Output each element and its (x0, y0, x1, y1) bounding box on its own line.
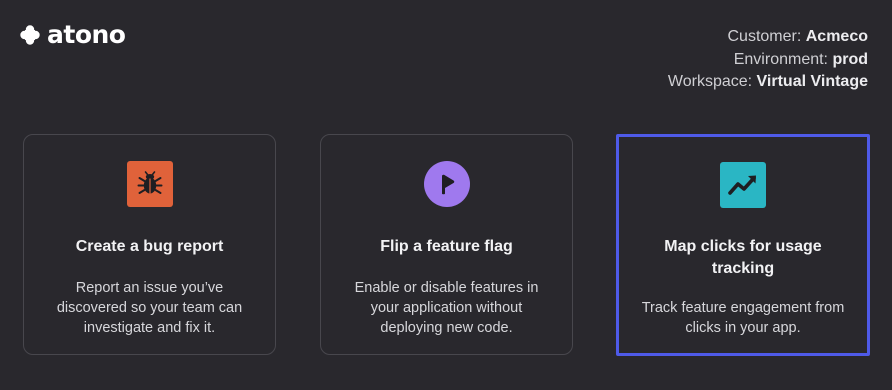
customer-value: Acmeco (805, 28, 868, 45)
environment-line: Environment: prod (668, 49, 868, 72)
flip-feature-flag-card[interactable]: Flip a feature flag Enable or disable fe… (320, 134, 573, 355)
card-description: Track feature engagement from clicks in … (641, 300, 845, 336)
workspace-line: Workspace: Virtual Vintage (668, 71, 868, 94)
environment-value: prod (832, 50, 868, 68)
feature-flag-icon-container (423, 160, 470, 207)
workspace-label: Workspace: (667, 73, 753, 90)
card-title: Map clicks for usage tracking (664, 238, 822, 277)
brand-logo: atono (20, 20, 126, 49)
customer-label: Customer: (727, 28, 802, 45)
map-clicks-usage-tracking-card[interactable]: Map clicks for usage tracking Track feat… (616, 134, 870, 356)
card-description: Report an issue you’ve discovered so you… (56, 280, 243, 336)
context-info: Customer: Acmeco Environment: prod Works… (668, 26, 868, 94)
customer-line: Customer: Acmeco (668, 26, 869, 49)
card-title: Flip a feature flag (380, 238, 513, 255)
bug-icon (126, 160, 173, 207)
logo-mark-icon (20, 25, 40, 45)
trend-chart-icon-container (720, 161, 767, 208)
feature-flag-icon (423, 160, 470, 207)
card-title: Create a bug report (75, 238, 224, 255)
card-description: Enable or disable features in your appli… (354, 280, 539, 336)
bug-icon-container (126, 160, 173, 207)
page: atono Customer: Acmeco Environment: prod… (0, 0, 892, 390)
brand-name: atono (47, 20, 126, 49)
create-bug-report-card[interactable]: Create a bug report Report an issue you’… (23, 134, 276, 355)
workspace-value: Virtual Vintage (756, 73, 868, 90)
trend-chart-icon (720, 161, 766, 208)
environment-label: Environment: (733, 50, 828, 68)
